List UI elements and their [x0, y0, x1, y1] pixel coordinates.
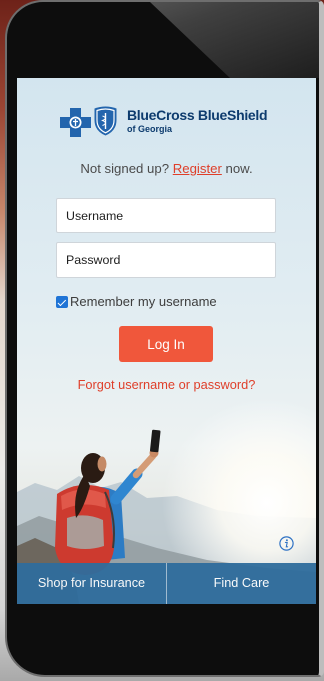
phone-reflection — [150, 2, 319, 78]
remember-checkbox[interactable] — [56, 296, 68, 308]
app-screen: BlueCross BlueShield of Georgia Not sign… — [17, 78, 316, 604]
tab-find-care[interactable]: Find Care — [167, 563, 316, 604]
signup-prefix: Not signed up? — [80, 161, 170, 176]
login-button[interactable]: Log In — [119, 326, 213, 362]
forgot-credentials-link[interactable]: Forgot username or password? — [17, 378, 316, 392]
bluecross-logo-icon — [60, 108, 91, 137]
info-icon[interactable] — [279, 536, 294, 551]
signup-suffix: now. — [225, 161, 253, 176]
remember-label[interactable]: Remember my username — [70, 295, 217, 308]
register-link[interactable]: Register — [173, 161, 222, 176]
password-field[interactable] — [56, 242, 276, 278]
username-field[interactable] — [56, 198, 276, 233]
brand-region: of Georgia — [127, 124, 173, 134]
tab-shop-for-insurance[interactable]: Shop for Insurance — [17, 563, 166, 604]
phone-frame: BlueCross BlueShield of Georgia Not sign… — [5, 0, 324, 677]
brand-name: BlueCross BlueShield — [127, 107, 268, 123]
blueshield-logo-icon — [93, 106, 118, 136]
bottom-nav: Shop for Insurance Find Care — [17, 563, 316, 604]
signup-prompt: Not signed up? Register now. — [17, 162, 316, 175]
